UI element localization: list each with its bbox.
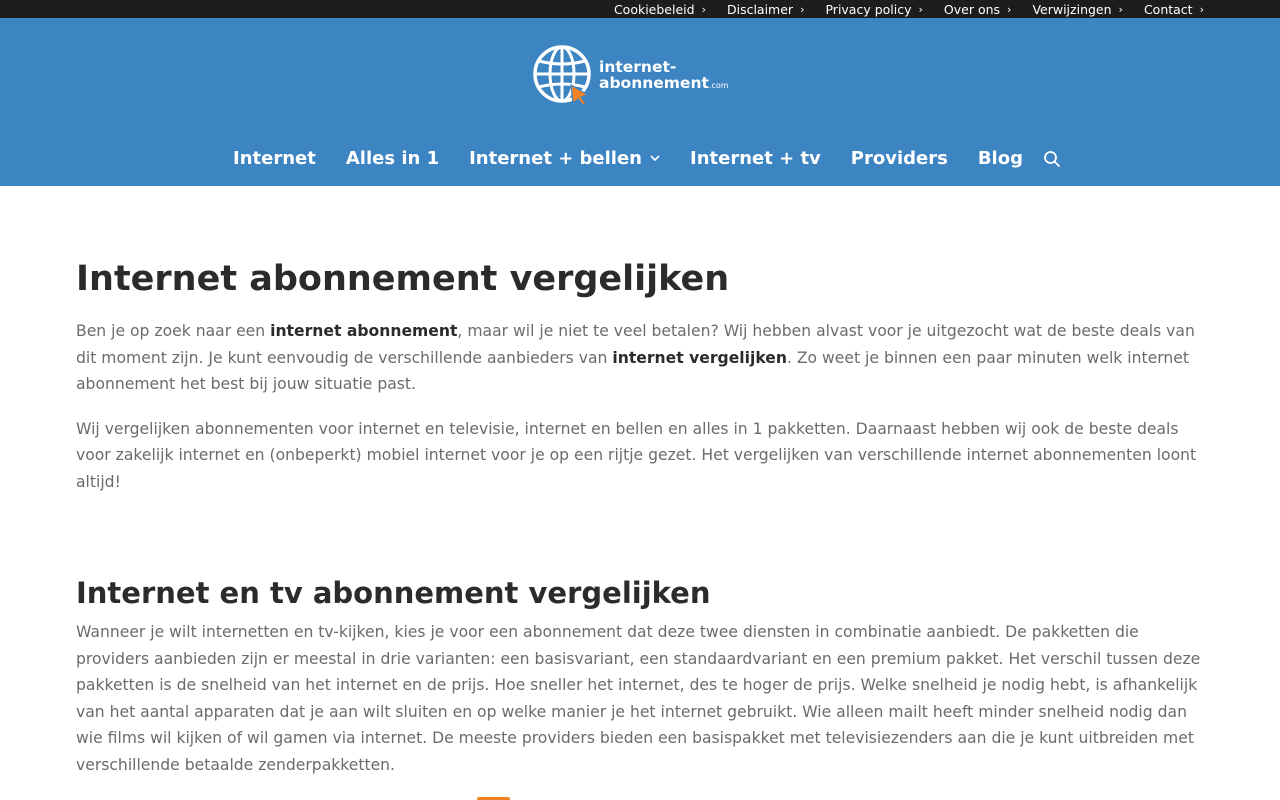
topbar-link-cookiebeleid[interactable]: Cookiebeleid › — [614, 2, 706, 17]
topbar-link-label: Disclaimer — [726, 1, 794, 17]
topbar-link-label: Cookiebeleid — [613, 1, 695, 17]
topbar-link-privacy-policy[interactable]: Privacy policy › — [825, 2, 922, 17]
nav-item-label: Alles in 1 — [345, 148, 440, 169]
nav-item-label: Internet — [233, 148, 316, 169]
logo-tld: .com — [708, 81, 729, 90]
second-paragraph: Wij vergelijken abonnementen voor intern… — [76, 419, 1197, 491]
chevron-right-icon: › — [800, 2, 805, 16]
search-icon[interactable] — [1042, 149, 1062, 169]
nav-item-internet-bellen[interactable]: Internet + bellen — [469, 148, 660, 169]
nav-item-internet-tv[interactable]: Internet + tv — [690, 148, 821, 169]
topbar-link-label: Privacy policy — [825, 1, 912, 17]
site-logo[interactable]: internet- abonnement.com — [533, 45, 729, 106]
chevron-down-icon — [650, 152, 660, 165]
top-utility-bar: Cookiebeleid › Disclaimer › Privacy policy… — [0, 0, 1280, 18]
nav-item-internet[interactable]: Internet — [233, 148, 316, 169]
topbar-link-over-ons[interactable]: Over ons › — [944, 2, 1012, 17]
main-content: Internet abonnement vergelijken Ben je o… — [0, 258, 1280, 778]
logo-wordmark: internet- abonnement.com — [599, 57, 729, 92]
chevron-right-icon: › — [1007, 2, 1012, 16]
topbar-link-verwijzingen[interactable]: Verwijzingen › — [1032, 2, 1123, 17]
topbar-link-label: Contact — [1143, 1, 1193, 17]
nav-item-label: Providers — [850, 148, 948, 169]
topbar-link-contact[interactable]: Contact › — [1144, 2, 1204, 17]
main-navigation: Internet Alles in 1 Internet + bellen In… — [0, 148, 1280, 169]
intro-paragraph: Ben je op zoek naar een internet abonnem… — [76, 318, 1204, 398]
topbar-link-disclaimer[interactable]: Disclaimer › — [727, 2, 805, 17]
site-header: internet- abonnement.com Internet Alles … — [0, 18, 1280, 186]
nav-item-providers[interactable]: Providers — [851, 148, 948, 169]
intro-text-1: Ben je op zoek naar een — [76, 322, 271, 340]
intro-bold-1: internet abonnement — [270, 322, 458, 340]
chevron-right-icon: › — [1199, 2, 1204, 16]
globe-cursor-icon — [533, 45, 593, 106]
chevron-right-icon: › — [1118, 2, 1123, 16]
intro-bold-2: internet vergelijken — [612, 348, 787, 367]
nav-item-label: Internet + bellen — [469, 148, 642, 169]
section-heading-internet-tv: Internet en tv abonnement vergelijken — [76, 576, 711, 610]
topbar-link-label: Over ons — [943, 1, 1001, 17]
page-title: Internet abonnement vergelijken — [76, 259, 730, 299]
logo-line-2: abonnement.com — [599, 75, 729, 91]
nav-item-label: Internet + tv — [690, 148, 821, 169]
logo-line-1: internet- — [599, 57, 677, 76]
nav-item-blog[interactable]: Blog — [978, 148, 1023, 169]
section-paragraph-internet-tv: Wanneer je wilt internetten en tv-kijken… — [76, 623, 1201, 774]
nav-item-alles-in-1[interactable]: Alles in 1 — [346, 148, 439, 169]
nav-item-label: Blog — [977, 148, 1023, 169]
logo-line-2-text: abonnement — [599, 74, 709, 92]
topbar-link-label: Verwijzingen — [1032, 1, 1112, 17]
chevron-right-icon: › — [701, 2, 706, 16]
chevron-right-icon: › — [918, 2, 923, 16]
